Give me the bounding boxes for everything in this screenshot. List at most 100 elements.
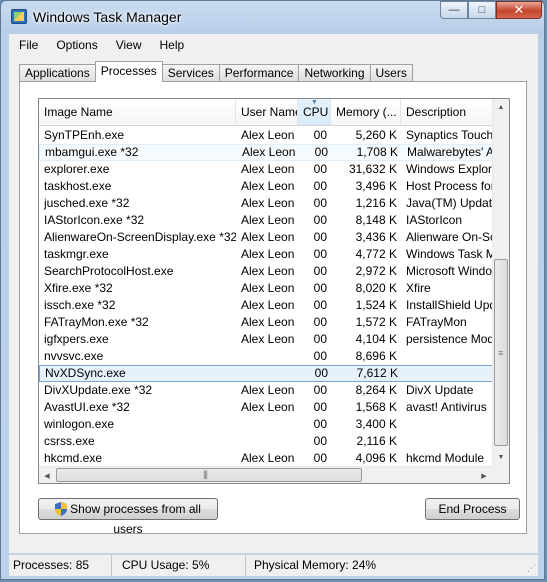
cell-cpu: 00 [313, 315, 327, 329]
cell-cpu: 00 [313, 451, 327, 465]
cell-memory: 8,148 K [355, 213, 397, 227]
close-icon: ✕ [513, 2, 525, 17]
cell-memory: 4,772 K [355, 247, 397, 261]
column-user-name[interactable]: User Name [236, 99, 298, 125]
task-manager-icon [11, 9, 27, 24]
cell-description: DivX Update [406, 383, 474, 397]
end-process-button[interactable]: End Process [425, 498, 520, 520]
tab-networking[interactable]: Networking [298, 64, 371, 82]
cell-user-name: Alex Leon [241, 383, 295, 397]
cell-description: FATrayMon [406, 315, 467, 329]
process-row[interactable]: FATrayMon.exe *32 Alex Leon 00 1,572 K FATra… [39, 314, 493, 331]
process-row[interactable]: NvXDSync.exe 00 7,612 K [39, 365, 493, 382]
process-row[interactable]: IAStorIcon.exe *32 Alex Leon 00 8,148 K IASt… [39, 212, 493, 229]
cell-memory: 2,116 K [356, 434, 397, 448]
tab-applications[interactable]: Applications [19, 64, 96, 82]
cell-cpu: 00 [313, 400, 327, 414]
cell-image-name: csrss.exe [44, 434, 95, 448]
cell-user-name [236, 416, 298, 433]
process-row[interactable]: AvastUI.exe *32 Alex Leon 00 1,568 K avast! … [39, 399, 493, 416]
scroll-down-icon[interactable]: ▼ [493, 449, 509, 466]
cell-image-name: mbamgui.exe *32 [45, 145, 139, 159]
show-all-processes-button[interactable]: Show processes from all users [38, 498, 218, 536]
minimize-button[interactable]: — [440, 1, 468, 19]
process-row[interactable]: jusched.exe *32 Alex Leon 00 1,216 K Java(TM… [39, 195, 493, 212]
process-row[interactable]: DivXUpdate.exe *32 Alex Leon 00 8,264 K DivX… [39, 382, 493, 399]
process-row[interactable]: hkcmd.exe Alex Leon 00 4,096 K hkcmd Module [39, 450, 493, 467]
tab-services[interactable]: Services [161, 64, 220, 82]
cell-cpu: 00 [313, 179, 327, 193]
menu-help[interactable]: Help [150, 38, 193, 52]
process-row[interactable]: explorer.exe Alex Leon 00 31,632 K Windows E… [39, 161, 493, 178]
process-row[interactable]: winlogon.exe 00 3,400 K [39, 416, 493, 433]
cell-memory: 8,264 K [355, 383, 397, 397]
process-row[interactable]: AlienwareOn-ScreenDisplay.exe *32 Alex Le… [39, 229, 493, 246]
cell-image-name: NvXDSync.exe [45, 366, 126, 380]
cell-image-name: taskhost.exe [44, 179, 112, 193]
cell-memory: 3,496 K [355, 179, 397, 193]
tab-performance[interactable]: Performance [218, 64, 300, 82]
process-row[interactable]: SearchProtocolHost.exe Alex Leon 00 2,972 K… [39, 263, 493, 280]
process-row[interactable]: Xfire.exe *32 Alex Leon 00 8,020 K Xfire [39, 280, 493, 297]
process-row[interactable]: issch.exe *32 Alex Leon 00 1,524 K InstallSh… [39, 297, 493, 314]
cell-memory: 1,524 K [355, 298, 397, 312]
cell-image-name: hkcmd.exe [44, 451, 103, 465]
cell-cpu: 00 [313, 247, 327, 261]
tab-users[interactable]: Users [369, 64, 413, 82]
column-memory[interactable]: Memory (... [331, 99, 401, 125]
process-row[interactable]: igfxpers.exe Alex Leon 00 4,104 K persistenc… [39, 331, 493, 348]
column-cpu[interactable]: ▼ CPU [298, 99, 331, 125]
cell-user-name: Alex Leon [241, 247, 295, 261]
process-row[interactable]: nvvsvc.exe 00 8,696 K [39, 348, 493, 365]
grip-icon: ≡ [498, 348, 503, 358]
menu-options[interactable]: Options [46, 38, 105, 52]
horizontal-scrollbar[interactable]: ◀ ||| ▶ [39, 466, 493, 483]
cell-image-name: nvvsvc.exe [44, 349, 104, 363]
column-description[interactable]: Description [401, 99, 493, 125]
vertical-scrollbar[interactable]: ▲ ≡ ▼ [492, 99, 509, 466]
cell-image-name: IAStorIcon.exe *32 [44, 213, 145, 227]
process-row[interactable]: SynTPEnh.exe Alex Leon 00 5,260 K Synaptics … [39, 127, 493, 144]
cell-image-name: igfxpers.exe [44, 332, 109, 346]
scrollbar-corner [492, 466, 509, 483]
process-row[interactable]: csrss.exe 00 2,116 K [39, 433, 493, 450]
tab-strip: Applications Processes Services Performa… [19, 61, 413, 82]
process-list[interactable]: Image Name User Name ▼ CPU Memory (... D… [38, 98, 510, 484]
cell-description: InstallShield Update [406, 298, 493, 312]
cell-user-name: Alex Leon [241, 400, 295, 414]
status-cpu-usage: CPU Usage: 5% [118, 555, 246, 576]
vertical-scroll-thumb[interactable]: ≡ [494, 259, 508, 446]
cell-cpu: 00 [313, 434, 327, 448]
menu-file[interactable]: File [9, 38, 46, 52]
tab-processes[interactable]: Processes [94, 61, 163, 82]
cell-memory: 8,696 K [355, 349, 397, 363]
column-image-name[interactable]: Image Name [39, 99, 236, 125]
scroll-up-icon[interactable]: ▲ [493, 99, 509, 116]
cell-user-name: Alex Leon [241, 196, 295, 210]
maximize-button[interactable]: □ [468, 1, 496, 19]
column-cpu-label: CPU [303, 105, 329, 119]
cell-cpu: 00 [314, 366, 328, 380]
menu-view[interactable]: View [106, 38, 150, 52]
cell-user-name: Alex Leon [241, 332, 295, 346]
cell-cpu: 00 [314, 145, 328, 159]
close-button[interactable]: ✕ [496, 1, 542, 19]
maximize-icon: □ [478, 4, 486, 16]
cell-user-name: Alex Leon [241, 315, 295, 329]
processes-panel: Image Name User Name ▼ CPU Memory (... D… [19, 81, 527, 536]
cell-image-name: issch.exe *32 [44, 298, 116, 312]
scroll-right-icon[interactable]: ▶ [476, 467, 492, 483]
cell-memory: 3,436 K [355, 230, 397, 244]
cell-cpu: 00 [313, 281, 327, 295]
process-row[interactable]: mbamgui.exe *32 Alex Leon 00 1,708 K Malware… [39, 144, 494, 161]
process-row[interactable]: taskmgr.exe Alex Leon 00 4,772 K Windows Tas… [39, 246, 493, 263]
resize-grip-icon[interactable]: ⋰ [527, 563, 536, 574]
cell-cpu: 00 [313, 128, 327, 142]
cell-user-name: Alex Leon [241, 162, 295, 176]
horizontal-scroll-thumb[interactable]: ||| [56, 468, 362, 482]
process-row[interactable]: taskhost.exe Alex Leon 00 3,496 K Host Proce… [39, 178, 493, 195]
title-bar[interactable]: Windows Task Manager — □ ✕ [1, 1, 544, 33]
cell-memory: 1,216 K [355, 196, 397, 210]
scroll-left-icon[interactable]: ◀ [39, 467, 55, 483]
cell-image-name: winlogon.exe [44, 417, 115, 431]
